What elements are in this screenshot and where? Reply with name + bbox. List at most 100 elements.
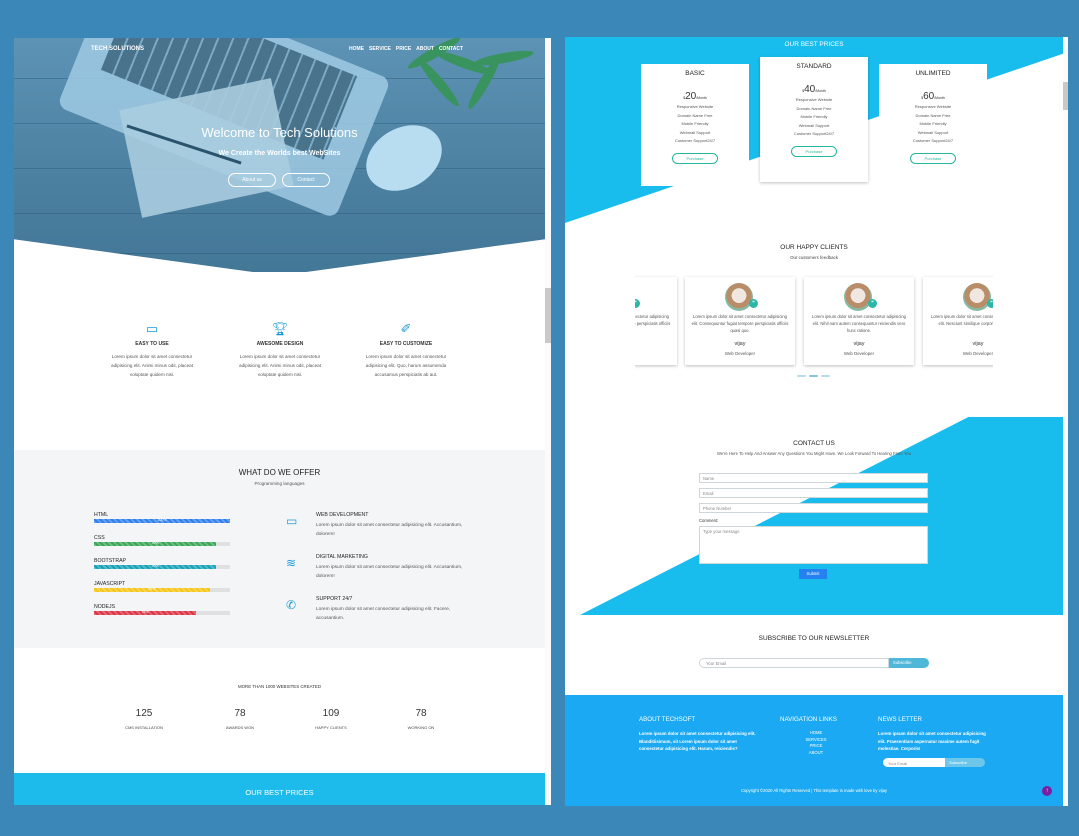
comment-label: Comment: <box>699 518 719 523</box>
right-page: OUR BEST PRICES BASIC $20/Month Responsi… <box>565 37 1063 806</box>
skill-percent: 85% <box>148 587 156 591</box>
purchase-button[interactable]: Purchase <box>791 145 837 157</box>
footer-link-about[interactable]: ABOUT <box>781 750 851 757</box>
stat-label: WORKING ON <box>407 725 435 730</box>
nav-link-home[interactable]: HOME <box>349 46 364 52</box>
client-avatar <box>844 283 872 311</box>
feature-easy-to-use: ▭ EASY TO USE Lorem ipsum dolor sit amet… <box>102 321 202 379</box>
plan-feature: Mobile Friendly <box>800 114 828 119</box>
feature-desc: Lorem ipsum dolor sit amet consectetur a… <box>111 354 193 377</box>
carousel-dot[interactable] <box>821 375 830 377</box>
plan-feature: Customer Support24/7 <box>674 138 716 143</box>
nav-link-about[interactable]: ABOUT <box>416 46 434 52</box>
plan-feature: Responsive Website <box>676 104 714 109</box>
plan-name: STANDARD <box>796 63 832 70</box>
skill-percent: 90% <box>151 564 159 568</box>
skill-html: HTML 100% <box>94 512 230 523</box>
clients-carousel[interactable]: ❝ Lorem ipsum dolor sit amet consectetur… <box>635 272 993 372</box>
client-text: Lorem ipsum dolor sit amet consectetur a… <box>811 314 907 333</box>
skill-bootstrap: BOOTSTRAP 90% <box>94 558 230 569</box>
contact-button[interactable]: Contact <box>282 173 330 187</box>
plan-feature: Customer Support24/7 <box>912 138 954 143</box>
footer-nav-title: NAVIGATION LINKS <box>780 716 837 723</box>
trophy-icon: 🏆︎ <box>271 321 289 336</box>
client-name: vijay <box>972 341 984 347</box>
service-title: SUPPORT 24/7 <box>316 596 353 602</box>
skill-name: NODEJS <box>94 604 116 610</box>
right-scrollbar[interactable] <box>1063 37 1068 806</box>
about-us-button[interactable]: About us <box>228 173 276 187</box>
purchase-button[interactable]: Purchase <box>910 152 956 164</box>
brand-logo[interactable]: TECH SOLUTIONS <box>91 46 144 52</box>
footer-newsletter-title: NEWS LETTER <box>878 716 923 723</box>
service-title: DIGITAL MARKETING <box>316 554 368 560</box>
newsletter-title: SUBSCRIBE TO OUR NEWSLETTER <box>758 635 870 642</box>
prices-section-top: OUR BEST PRICES <box>14 773 545 805</box>
footer-about-text: Lorem ipsum dolor sit amet consectetur a… <box>639 731 756 751</box>
client-text: Lorem ipsum dolor sit amet consectetur a… <box>930 314 993 326</box>
price-card-basic: BASIC $20/Month Responsive Website Domai… <box>641 64 749 186</box>
name-field[interactable]: Name <box>699 473 928 483</box>
navbar: TECH SOLUTIONS HOME SERVICE PRICE ABOUT … <box>14 46 545 58</box>
client-avatar <box>725 283 753 311</box>
quote-icon: ❝ <box>987 299 993 308</box>
left-page: TECH SOLUTIONS HOME SERVICE PRICE ABOUT … <box>14 38 545 805</box>
plan-price: $40/Month <box>802 84 826 95</box>
left-scrollbar[interactable] <box>545 38 551 805</box>
skill-progress-bar: 100% <box>94 518 230 523</box>
nav-link-price[interactable]: PRICE <box>396 46 411 52</box>
service-desc: Lorem ipsum dolor sit amet consectetur a… <box>316 565 463 579</box>
plan-feature: Mobile Friendly <box>681 121 709 126</box>
offer-subtitle: Programming languages <box>254 481 305 486</box>
back-to-top-icon[interactable]: ↑ <box>1042 786 1052 796</box>
plan-price: $60/Month <box>921 91 945 102</box>
plan-feature: Responsive Website <box>795 97 833 102</box>
stat-item: 78 AWARDS WON <box>200 708 280 730</box>
plan-feature: Responsive Website <box>914 104 952 109</box>
plan-feature: Webmail Support <box>798 122 830 128</box>
submit-button[interactable]: Submit <box>799 569 827 579</box>
client-text: Lorem ipsum dolor sit amet consectetur a… <box>691 314 789 333</box>
plan-feature: Domain Name Free <box>796 105 832 111</box>
scrollbar-thumb[interactable] <box>1063 82 1068 110</box>
scrollbar-thumb[interactable] <box>545 288 551 343</box>
nav-link-service[interactable]: SERVICE <box>369 46 391 52</box>
client-role: Developer <box>635 351 677 356</box>
phone-field[interactable]: Phone Number <box>699 503 928 513</box>
carousel-dot[interactable] <box>797 375 806 377</box>
footer-email-input[interactable]: Your Email <box>883 758 945 767</box>
newsletter-subscribe-button[interactable]: Subscribe <box>889 658 929 668</box>
skill-progress-bar: 90% <box>94 541 230 546</box>
quote-icon: ❝ <box>635 299 640 308</box>
skill-nodejs: NODEJS 75% <box>94 604 230 615</box>
comment-textarea[interactable]: Type your message <box>699 526 928 564</box>
feature-desc: Lorem ipsum dolor sit amet consectetur a… <box>239 354 321 377</box>
monitor-icon: ▭ <box>145 321 159 336</box>
stat-label: CMS INSTALLATION <box>125 725 163 730</box>
hero-title: Welcome to Tech Solutions <box>201 125 358 140</box>
stat-value: 78 <box>415 708 427 719</box>
client-card: ❝ Lorem ipsum dolor sit amet consectetur… <box>635 277 677 365</box>
client-avatar <box>963 283 991 311</box>
skill-css: CSS 90% <box>94 535 230 546</box>
email-field[interactable]: Email <box>699 488 928 498</box>
newsletter-email-input[interactable]: Your Email <box>699 658 889 668</box>
nav-link-contact[interactable]: CONTACT <box>439 46 463 52</box>
client-name: vijay <box>635 341 677 347</box>
footer-subscribe-button[interactable]: Subscribe <box>945 758 985 767</box>
monitor-icon: ▭ <box>286 514 298 528</box>
service-desc: Lorem ipsum dolor sit amet consectetur a… <box>316 523 463 537</box>
stat-value: 125 <box>135 708 153 719</box>
stat-label: HAPPY CLIENTS <box>315 725 347 730</box>
stat-value: 78 <box>234 708 246 719</box>
price-card-unlimited: UNLIMITED $60/Month Responsive Website D… <box>879 64 987 186</box>
plan-name: UNLIMITED <box>915 70 951 77</box>
stat-value: 109 <box>322 708 340 719</box>
magic-wand-icon: ✐ <box>400 321 412 336</box>
contact-subtitle: We're Here To Help And Answer Any Questi… <box>717 451 911 456</box>
purchase-button[interactable]: Purchase <box>672 152 718 164</box>
hero-subtitle: We Create the Worlds best WebSites <box>218 150 341 157</box>
plan-feature: Webmail Support <box>679 129 711 135</box>
stat-item: 109 HAPPY CLIENTS <box>291 708 371 730</box>
carousel-dot-active[interactable] <box>809 375 818 377</box>
